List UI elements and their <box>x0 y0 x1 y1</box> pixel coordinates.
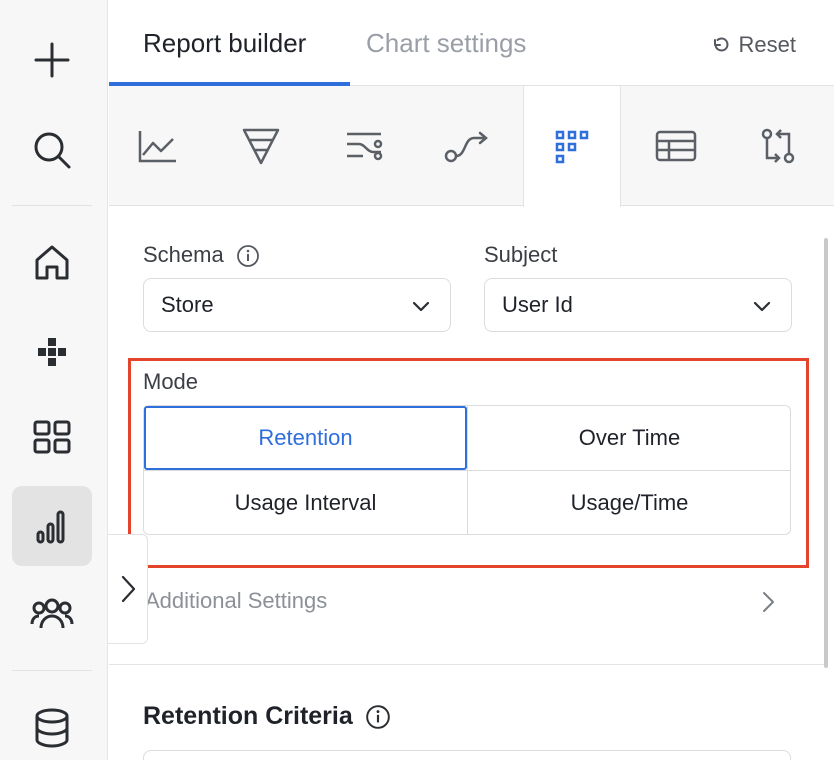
undo-icon <box>713 37 728 52</box>
apps-grid-icon[interactable] <box>12 312 92 392</box>
reports-icon[interactable] <box>12 486 92 566</box>
panel-tabs: Report builder Chart settings Reset <box>109 0 834 86</box>
retention-criteria-title: Retention Criteria <box>143 702 391 731</box>
tab-chart-settings[interactable]: Chart settings <box>366 28 526 59</box>
chevron-down-icon <box>412 301 430 312</box>
line-chart-icon[interactable] <box>109 86 207 206</box>
funnel-icon[interactable] <box>212 86 310 206</box>
schema-select[interactable]: Store <box>143 278 451 332</box>
subject-value: User Id <box>502 292 573 317</box>
retention-grid-icon[interactable] <box>523 86 621 207</box>
journey-icon[interactable] <box>418 86 516 206</box>
table-icon[interactable] <box>627 86 725 206</box>
flows-icon[interactable] <box>315 86 413 206</box>
schema-label: Schema <box>143 242 260 268</box>
search-icon[interactable] <box>12 110 92 190</box>
criteria-input[interactable] <box>143 750 791 760</box>
home-icon[interactable] <box>12 222 92 302</box>
users-icon[interactable] <box>12 574 92 654</box>
tab-report-builder[interactable]: Report builder <box>143 28 306 59</box>
reset-label: Reset <box>738 32 796 57</box>
scrollbar[interactable] <box>824 238 828 668</box>
database-icon[interactable] <box>12 688 92 760</box>
chevron-right-icon[interactable] <box>758 590 778 614</box>
info-icon[interactable] <box>365 704 391 730</box>
collapse-panel-handle[interactable] <box>108 534 148 644</box>
highlight-box <box>128 358 809 568</box>
chart-type-selector <box>109 86 834 207</box>
reset-button[interactable]: Reset <box>711 32 796 58</box>
chevron-right-icon <box>121 575 135 603</box>
subject-select[interactable]: User Id <box>484 278 792 332</box>
schema-label-text: Schema <box>143 242 224 267</box>
compare-icon[interactable] <box>729 86 827 206</box>
info-icon[interactable] <box>236 244 260 268</box>
additional-settings-toggle[interactable]: Additional Settings <box>145 588 327 614</box>
subject-label: Subject <box>484 242 558 267</box>
report-builder-panel: Report builder Chart settings Reset Sche… <box>109 0 834 760</box>
retention-criteria-label: Retention Criteria <box>143 702 353 730</box>
add-icon[interactable] <box>12 20 92 100</box>
schema-value: Store <box>161 292 214 317</box>
dashboards-icon[interactable] <box>12 397 92 477</box>
chevron-down-icon <box>753 301 771 312</box>
left-nav-rail <box>0 0 108 760</box>
